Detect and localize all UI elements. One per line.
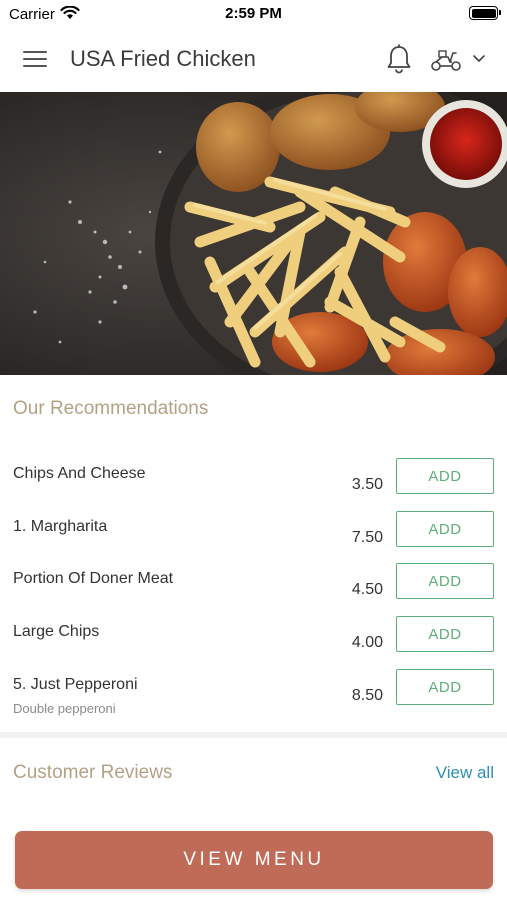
app-header: USA Fried Chicken	[0, 28, 507, 92]
add-button[interactable]: ADD	[396, 669, 494, 705]
view-all-reviews-link[interactable]: View all	[436, 763, 494, 783]
status-time: 2:59 PM	[225, 5, 282, 22]
item-name: 5. Just Pepperoni	[13, 676, 138, 693]
item-name: Large Chips	[13, 623, 100, 640]
item-name: 1. Margharita	[13, 518, 108, 535]
recommendations-title: Our Recommendations	[13, 398, 209, 419]
list-item: Large Chips 4.00 ADD	[0, 616, 507, 675]
bell-icon[interactable]	[385, 44, 413, 74]
section-divider	[0, 732, 507, 738]
item-price: 7.50	[351, 529, 383, 546]
battery-icon	[469, 6, 501, 20]
reviews-title: Customer Reviews	[13, 762, 173, 783]
add-button[interactable]: ADD	[396, 511, 494, 547]
status-bar: Carrier 2:59 PM	[0, 0, 507, 28]
add-button[interactable]: ADD	[396, 458, 494, 494]
scooter-icon[interactable]	[430, 48, 462, 72]
list-item: Chips And Cheese 3.50 ADD	[0, 458, 507, 517]
add-button[interactable]: ADD	[396, 563, 494, 599]
item-price: 8.50	[351, 687, 383, 704]
list-item: 5. Just Pepperoni Double pepperoni 8.50 …	[0, 669, 507, 728]
hero-image	[0, 92, 507, 375]
item-price: 4.00	[351, 634, 383, 651]
list-item: Portion Of Doner Meat 4.50 ADD	[0, 563, 507, 622]
app-title: USA Fried Chicken	[70, 46, 256, 71]
item-name: Portion Of Doner Meat	[13, 570, 174, 587]
item-description: Double pepperoni	[13, 701, 116, 716]
add-button[interactable]: ADD	[396, 616, 494, 652]
item-price: 3.50	[351, 476, 383, 493]
item-name: Chips And Cheese	[13, 465, 146, 482]
item-price: 4.50	[351, 581, 383, 598]
chevron-down-icon[interactable]	[472, 54, 486, 64]
menu-icon[interactable]	[23, 49, 47, 69]
view-menu-button[interactable]: VIEW MENU	[15, 831, 493, 889]
